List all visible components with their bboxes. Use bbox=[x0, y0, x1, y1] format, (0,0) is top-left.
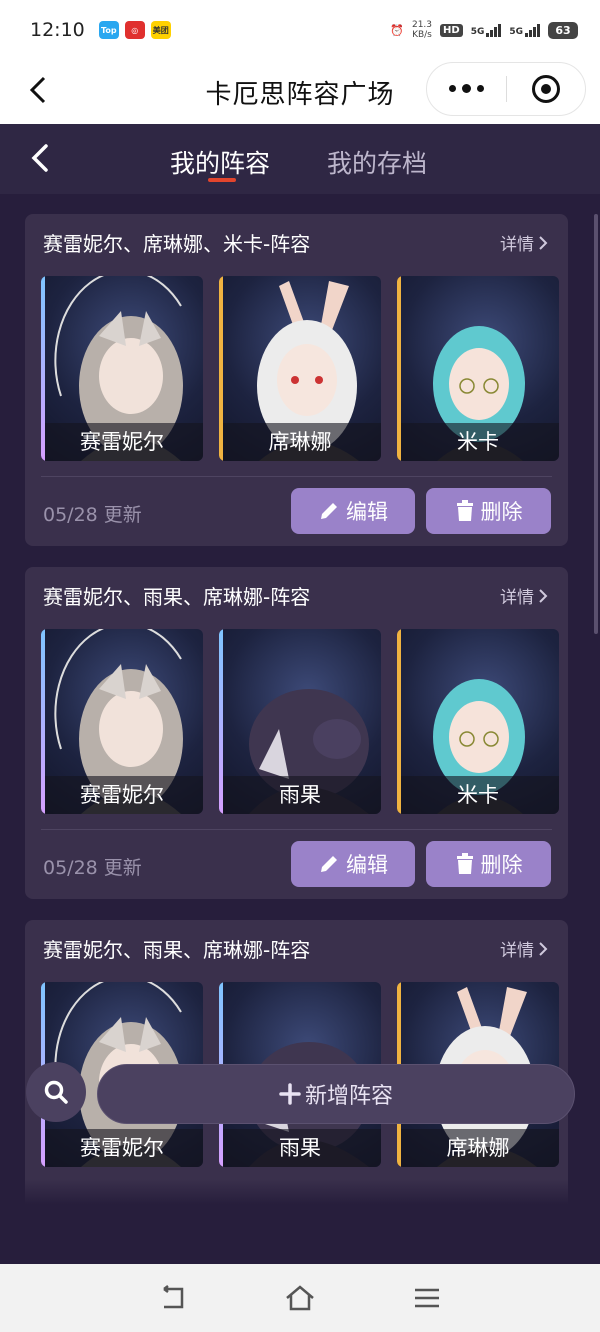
character-name: 赛雷妮尔 bbox=[41, 423, 203, 461]
detail-link[interactable]: 详情 bbox=[500, 583, 548, 608]
close-miniprogram-button[interactable] bbox=[507, 75, 586, 103]
lineup-title: 赛雷妮尔、雨果、席琳娜-阵容 bbox=[43, 585, 311, 609]
character-name: 赛雷妮尔 bbox=[41, 1129, 203, 1167]
signal-1: 5G bbox=[471, 23, 502, 37]
battery-icon: 63 bbox=[548, 21, 578, 39]
lineup-card: 赛雷妮尔、席琳娜、米卡-阵容 详情 赛雷妮尔 席琳娜 米卡 05/28 更新 编… bbox=[25, 214, 568, 546]
character-list: 赛雷妮尔 雨果 米卡 bbox=[41, 629, 559, 814]
delete-button[interactable]: 删除 bbox=[426, 488, 551, 534]
chevron-right-icon bbox=[539, 588, 548, 603]
return-icon bbox=[163, 1285, 184, 1309]
target-icon bbox=[531, 75, 560, 103]
dot-icon bbox=[476, 85, 484, 92]
dot-icon bbox=[461, 84, 471, 93]
status-indicators: ⏰ 21.3 KB/s HD 5G 5G 63 bbox=[390, 20, 578, 40]
search-button[interactable] bbox=[26, 1062, 86, 1122]
tab-active-indicator bbox=[208, 178, 236, 182]
tab-bar: 我的阵容 我的存档 bbox=[0, 124, 600, 194]
miniprogram-header: 卡厄思阵容广场 bbox=[0, 60, 600, 124]
lineup-card: 赛雷妮尔、雨果、席琳娜-阵容 详情 赛雷妮尔 bbox=[25, 567, 568, 899]
character-name: 赛雷妮尔 bbox=[41, 776, 203, 814]
alarm-icon: ⏰ bbox=[390, 23, 404, 37]
meituan-icon: 美团 bbox=[150, 21, 171, 39]
bottom-action-bar bbox=[0, 1179, 600, 1264]
character-card[interactable]: 米卡 bbox=[397, 629, 559, 814]
add-lineup-button[interactable]: 新增阵容 bbox=[97, 1064, 575, 1124]
edit-button[interactable]: 编辑 bbox=[291, 488, 415, 534]
chevron-right-icon bbox=[539, 941, 548, 956]
tab-my-saves[interactable]: 我的存档 bbox=[327, 144, 427, 180]
status-time: 12:10 bbox=[30, 19, 85, 41]
pencil-icon bbox=[321, 503, 337, 519]
home-icon bbox=[286, 1285, 314, 1311]
character-list: 赛雷妮尔 席琳娜 米卡 bbox=[41, 276, 559, 461]
hd-badge: HD bbox=[440, 23, 463, 37]
more-button[interactable] bbox=[427, 84, 506, 93]
character-name: 雨果 bbox=[219, 1129, 381, 1167]
chevron-right-icon bbox=[539, 235, 548, 250]
update-date: 05/28 更新 bbox=[43, 504, 142, 526]
status-bar: 12:10 Top ◎ 美团 ⏰ 21.3 KB/s HD 5G 5G 63 bbox=[0, 0, 600, 60]
signal-2: 5G bbox=[509, 23, 540, 37]
plus-icon bbox=[279, 1083, 301, 1105]
character-card[interactable]: 赛雷妮尔 bbox=[41, 276, 203, 461]
system-nav-bar bbox=[0, 1264, 600, 1332]
update-date: 05/28 更新 bbox=[43, 857, 142, 879]
delete-button[interactable]: 删除 bbox=[426, 841, 551, 887]
lineup-title: 赛雷妮尔、雨果、席琳娜-阵容 bbox=[43, 938, 311, 962]
top-app-icon: Top bbox=[98, 21, 119, 39]
system-menu-button[interactable] bbox=[407, 1278, 447, 1318]
character-card[interactable]: 米卡 bbox=[397, 276, 559, 461]
detail-link[interactable]: 详情 bbox=[500, 230, 548, 255]
detail-link[interactable]: 详情 bbox=[500, 936, 548, 961]
character-name: 米卡 bbox=[397, 423, 559, 461]
signal-icon bbox=[525, 23, 540, 37]
pencil-icon bbox=[321, 856, 337, 872]
signal-icon bbox=[486, 23, 502, 37]
capsule-menu bbox=[426, 62, 586, 116]
character-name: 席琳娜 bbox=[219, 423, 381, 461]
character-card[interactable]: 雨果 bbox=[219, 629, 381, 814]
character-card[interactable]: 赛雷妮尔 bbox=[41, 629, 203, 814]
edit-button[interactable]: 编辑 bbox=[291, 841, 415, 887]
chevron-left-icon bbox=[31, 144, 48, 172]
character-name: 雨果 bbox=[219, 776, 381, 814]
trash-icon bbox=[456, 500, 473, 521]
tab-back-button[interactable] bbox=[26, 140, 58, 176]
search-icon bbox=[44, 1080, 68, 1104]
system-back-button[interactable] bbox=[153, 1278, 193, 1318]
trash-icon bbox=[456, 853, 473, 874]
app-icon: ◎ bbox=[124, 21, 145, 39]
system-home-button[interactable] bbox=[280, 1278, 320, 1318]
character-card[interactable]: 席琳娜 bbox=[219, 276, 381, 461]
character-name: 席琳娜 bbox=[397, 1129, 559, 1167]
dot-icon bbox=[448, 85, 456, 92]
tab-my-lineups[interactable]: 我的阵容 bbox=[170, 144, 270, 180]
status-app-icons: Top ◎ 美团 bbox=[98, 21, 171, 39]
character-name: 米卡 bbox=[397, 776, 559, 814]
scrollbar[interactable] bbox=[594, 214, 598, 634]
net-speed: 21.3 KB/s bbox=[411, 20, 433, 40]
menu-icon bbox=[414, 1288, 439, 1308]
lineup-title: 赛雷妮尔、席琳娜、米卡-阵容 bbox=[43, 232, 311, 256]
